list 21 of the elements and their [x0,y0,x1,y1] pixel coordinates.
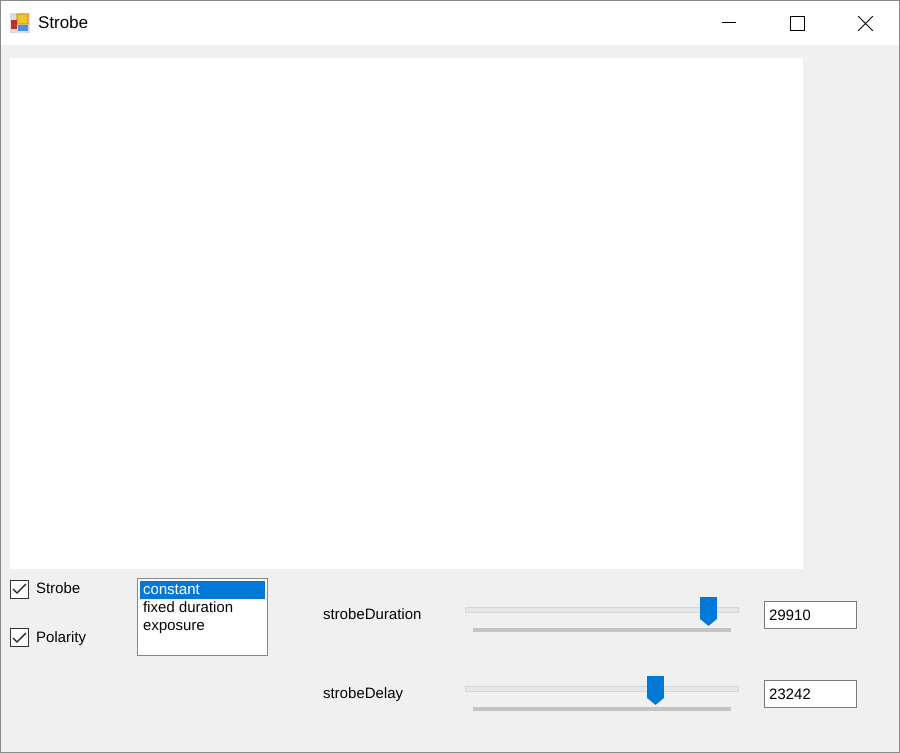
checkbox[interactable] [10,580,29,599]
checkbox-label: Strobe [36,579,80,599]
list-item[interactable]: constant [140,581,265,599]
checkbox-label: Polarity [36,628,86,648]
maximize-icon [790,16,804,30]
list-box[interactable]: constant fixed duration exposure [137,578,268,656]
slider[interactable] [465,676,739,712]
close-icon [858,16,872,30]
minimize-icon [722,22,736,24]
checkbox[interactable] [10,628,29,648]
list-item[interactable]: fixed duration [140,599,265,617]
slider-thumb[interactable] [647,676,664,705]
slider[interactable] [465,597,739,633]
slider-label: strobeDelay [323,684,404,704]
slider-thumb[interactable] [700,597,718,626]
value-field[interactable]: 23242 [764,680,857,708]
app-icon [10,13,30,33]
list-item[interactable]: exposure [140,617,265,635]
window-title: Strobe [38,12,88,34]
slider-label: strobeDuration [323,604,422,625]
value-field[interactable]: 29910 [764,601,857,629]
